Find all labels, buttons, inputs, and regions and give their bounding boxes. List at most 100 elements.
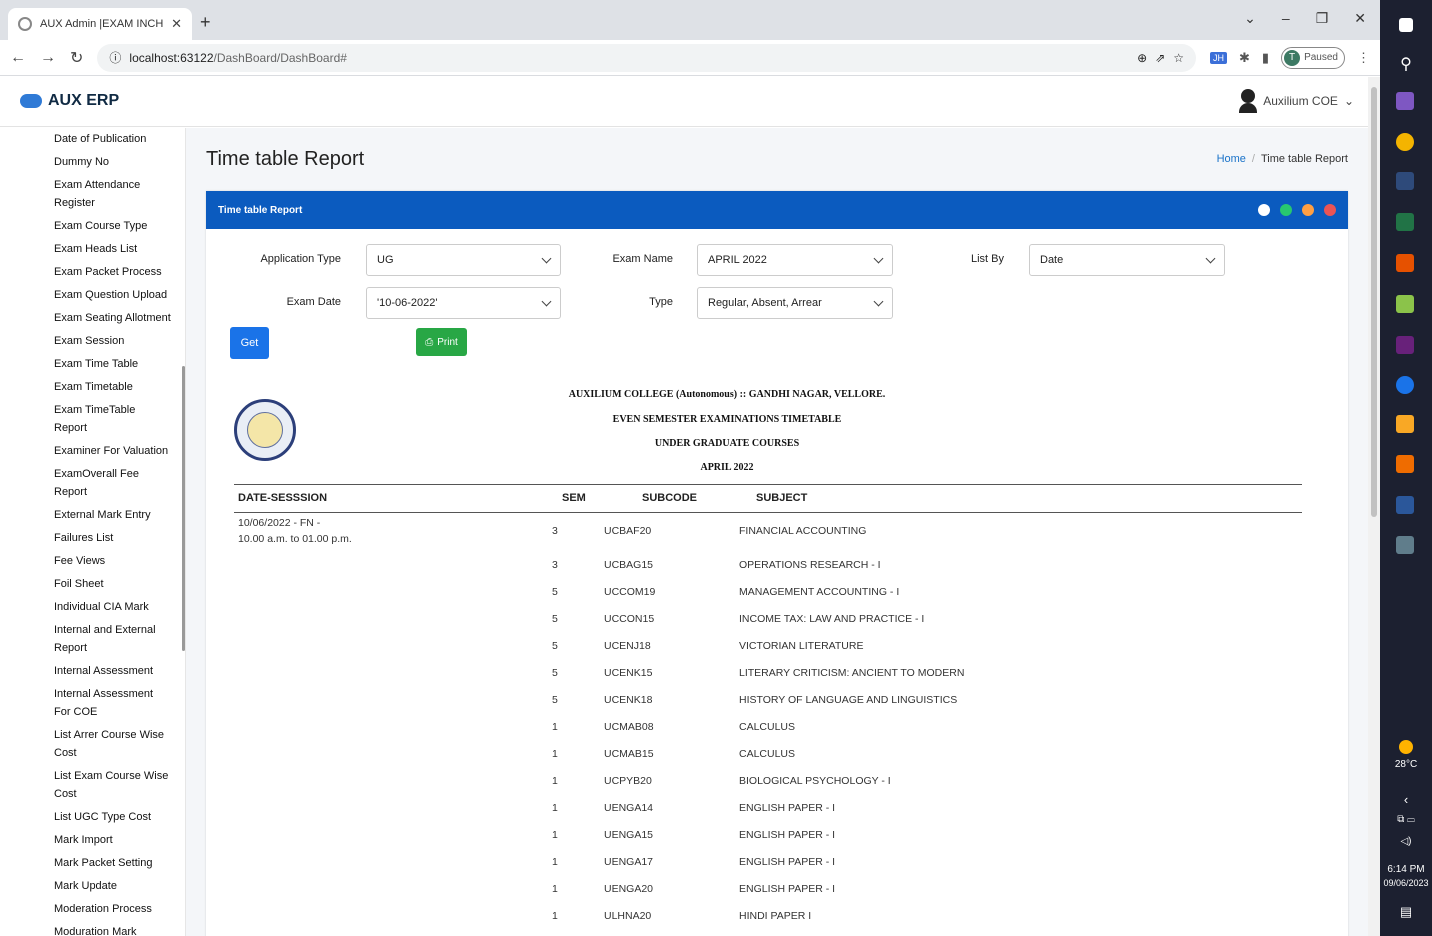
bookmark-star-icon[interactable]: ☆ — [1173, 51, 1184, 65]
notepad-icon[interactable] — [1396, 295, 1414, 313]
sidebar-item[interactable]: Individual CIA Mark — [54, 598, 185, 621]
sidebar-item[interactable]: Foil Sheet — [54, 575, 185, 598]
forward-icon[interactable]: → — [40, 49, 56, 67]
sidebar-item[interactable]: Dummy No — [54, 153, 185, 176]
chrome-icon[interactable] — [1396, 133, 1414, 151]
sidebar-item[interactable]: Failures List — [54, 529, 185, 552]
share-icon[interactable]: ⇗ — [1155, 51, 1165, 65]
notification-icon[interactable]: ▤ — [1380, 904, 1432, 920]
weather-icon[interactable] — [1399, 740, 1413, 754]
restore-icon[interactable]: ❐ — [1316, 10, 1329, 27]
collapse-icon[interactable] — [1302, 204, 1314, 216]
breadcrumb-home[interactable]: Home — [1217, 153, 1246, 165]
back-icon[interactable]: ← — [10, 49, 26, 67]
clock-time[interactable]: 6:14 PM — [1380, 864, 1432, 875]
sidebar-item[interactable]: Mark Import — [54, 831, 185, 854]
sidebar-item[interactable]: Exam TimeTable Report — [54, 401, 185, 442]
reload-icon[interactable]: ↻ — [70, 48, 83, 68]
sidebar-scrollbar[interactable] — [182, 366, 185, 651]
application-type-select[interactable]: UG — [366, 244, 561, 276]
volume-icon[interactable]: ◁) — [1380, 836, 1432, 847]
info-icon[interactable]: ⓘ — [109, 49, 121, 66]
tab-search-icon[interactable]: ⌄ — [1244, 10, 1256, 27]
page-scrollbar[interactable] — [1368, 77, 1380, 936]
refresh-icon[interactable] — [1280, 204, 1292, 216]
minimize-icon[interactable]: – — [1282, 10, 1290, 27]
scrollbar-thumb[interactable] — [1371, 87, 1377, 517]
extensions-puzzle-icon[interactable]: ✱ — [1239, 50, 1250, 66]
edit-icon[interactable] — [1258, 204, 1270, 216]
clock-date[interactable]: 09/06/2023 — [1380, 878, 1432, 888]
sidebar-item[interactable]: Date of Publication — [54, 130, 185, 153]
sidebar-item[interactable]: Exam Time Table — [54, 355, 185, 378]
date-session-cell: 10/06/2022 - FN - 10.00 a.m. to 01.00 p.m… — [238, 515, 352, 547]
sidebar-item[interactable]: Exam Heads List — [54, 240, 185, 263]
subject-cell: ENGLISH PAPER - I — [739, 829, 836, 841]
address-bar[interactable]: ⓘ localhost:63122/DashBoard/DashBoard# ⊕… — [97, 43, 1197, 72]
profile-button[interactable]: T Paused — [1281, 46, 1345, 69]
report-card: Time table Report Application Type UG Ex… — [206, 191, 1348, 936]
close-card-icon[interactable] — [1324, 204, 1336, 216]
sidebar-item[interactable]: List Exam Course Wise Cost — [54, 767, 185, 808]
sidebar-item[interactable]: Moduration Mark Distributor — [54, 923, 185, 936]
new-tab-icon[interactable]: + — [200, 12, 211, 33]
menu-kebab-icon[interactable]: ⋮ — [1357, 50, 1370, 66]
exam-name-select[interactable]: APRIL 2022 — [697, 244, 893, 276]
exam-name-value: APRIL 2022 — [708, 254, 767, 266]
office-icon[interactable] — [1396, 455, 1414, 473]
close-window-icon[interactable]: ✕ — [1354, 10, 1366, 27]
subcode-cell: UCENJ18 — [604, 640, 651, 652]
sidebar-item[interactable]: Exam Question Upload — [54, 286, 185, 309]
sidebar-item[interactable]: Exam Seating Allotment — [54, 309, 185, 332]
chrome-profile-icon[interactable] — [1396, 376, 1414, 394]
print-button[interactable]: ⎙ Print — [416, 328, 467, 356]
chevron-down-icon — [873, 296, 884, 306]
sidebar-item[interactable]: List UGC Type Cost — [54, 808, 185, 831]
browser-tab[interactable]: AUX Admin |EXAM INCHARGE ✕ — [8, 8, 192, 40]
file-explorer-icon[interactable] — [1396, 415, 1414, 433]
subject-cell: HINDI PAPER I — [739, 910, 812, 922]
sidebar-item[interactable]: Internal and External Report — [54, 621, 185, 662]
search-icon[interactable]: ⚲ — [1380, 54, 1432, 74]
side-panel-icon[interactable]: ▮ — [1262, 50, 1269, 66]
sidebar-item[interactable]: Exam Course Type — [54, 217, 185, 240]
type-select[interactable]: Regular, Absent, Arrear — [697, 287, 893, 319]
sidebar-item[interactable]: Exam Session — [54, 332, 185, 355]
sidebar-item[interactable]: Internal Assessment — [54, 662, 185, 685]
sidebar-item[interactable]: Exam Timetable — [54, 378, 185, 401]
sidebar-item[interactable]: External Mark Entry — [54, 506, 185, 529]
sidebar-item[interactable]: List Arrer Course Wise Cost — [54, 726, 185, 767]
chevron-left-icon[interactable]: ‹ — [1380, 792, 1432, 807]
app-icon-2[interactable] — [1396, 536, 1414, 554]
sidebar-item[interactable]: Fee Views — [54, 552, 185, 575]
sidebar-item[interactable]: Moderation Process — [54, 900, 185, 923]
brand[interactable]: AUX ERP — [20, 92, 119, 110]
excel-icon[interactable] — [1396, 213, 1414, 231]
visual-studio-icon[interactable] — [1396, 92, 1414, 110]
sidebar-item[interactable]: Exam Attendance Register — [54, 176, 185, 217]
vs-icon[interactable] — [1396, 336, 1414, 354]
app-icon[interactable] — [1396, 172, 1414, 190]
sidebar-item[interactable]: Mark Packet Setting — [54, 854, 185, 877]
print-button-label: Print — [437, 336, 458, 348]
subject-cell: BIOLOGICAL PSYCHOLOGY - I — [739, 775, 891, 787]
windows-start-icon[interactable] — [1399, 18, 1413, 32]
subcode-cell: UCPYB20 — [604, 775, 652, 787]
sidebar-item[interactable]: Examiner For Valuation — [54, 442, 185, 465]
user-menu[interactable]: Auxilium COE ⌄ — [1239, 89, 1354, 113]
word-icon[interactable] — [1396, 496, 1414, 514]
subject-cell: INCOME TAX: LAW AND PRACTICE - I — [739, 613, 925, 625]
close-tab-icon[interactable]: ✕ — [171, 16, 182, 32]
sidebar-item[interactable]: Mark Update — [54, 877, 185, 900]
app-badge-icon[interactable] — [1396, 254, 1414, 272]
sidebar-item[interactable]: ExamOverall Fee Report — [54, 465, 185, 506]
network-icon[interactable]: ⧉ ▭ — [1380, 814, 1432, 825]
sidebar-item[interactable]: Internal Assessment For COE — [54, 685, 185, 726]
list-by-select[interactable]: Date — [1029, 244, 1225, 276]
get-button[interactable]: Get — [230, 327, 269, 359]
zoom-icon[interactable]: ⊕ — [1137, 51, 1147, 65]
sem-cell: 5 — [552, 640, 558, 652]
extension-icon[interactable]: JH — [1210, 51, 1228, 64]
exam-date-select[interactable]: '10-06-2022' — [366, 287, 561, 319]
sidebar-item[interactable]: Exam Packet Process — [54, 263, 185, 286]
